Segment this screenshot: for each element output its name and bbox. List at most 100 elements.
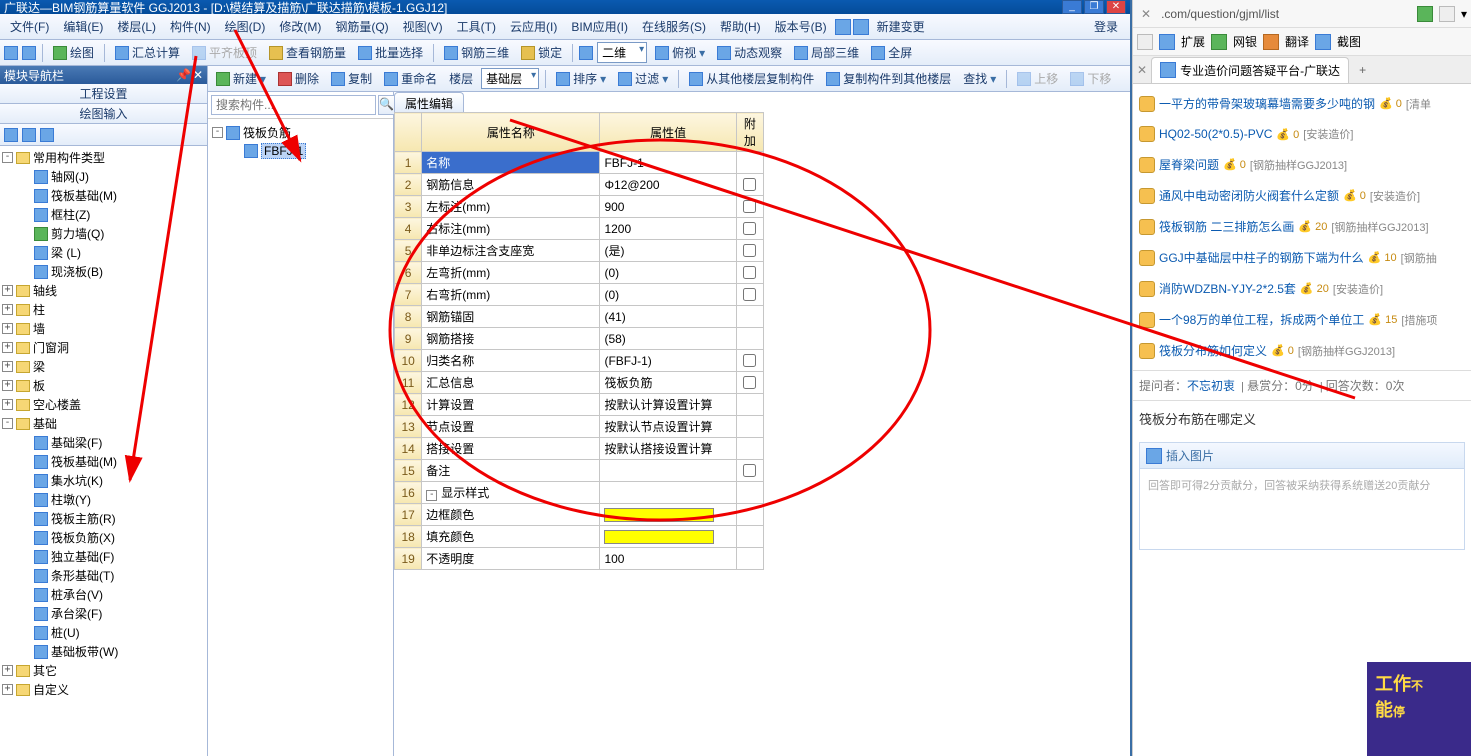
menu-version[interactable]: 版本号(B) xyxy=(769,16,833,37)
sum-calc-button[interactable]: 汇总计算 xyxy=(111,43,184,62)
view-mode-combo[interactable]: 二维 xyxy=(597,42,647,63)
tree-item[interactable]: 轴线 xyxy=(33,282,57,299)
tab-close-icon[interactable]: ✕ xyxy=(1137,7,1155,21)
tree-item[interactable]: 条形基础(T) xyxy=(51,567,114,584)
color-swatch[interactable] xyxy=(604,530,714,544)
close-panel-icon[interactable]: ✕ xyxy=(193,68,203,82)
extra-checkbox[interactable] xyxy=(743,266,756,279)
prop-value[interactable]: 按默认搭接设置计算 xyxy=(600,438,736,460)
tree-item[interactable]: 板 xyxy=(33,377,45,394)
forward-icon[interactable] xyxy=(22,46,36,60)
menu-online[interactable]: 在线服务(S) xyxy=(636,16,712,37)
extra-checkbox[interactable] xyxy=(743,244,756,257)
tree-item[interactable]: 筏板基础(M) xyxy=(51,453,117,470)
login-button[interactable]: 登录 xyxy=(1086,16,1126,37)
question-category[interactable]: [钢筋抽样GGJ2013] xyxy=(1250,157,1347,173)
prop-extra[interactable] xyxy=(736,372,763,394)
back-icon[interactable] xyxy=(4,46,18,60)
color-swatch[interactable] xyxy=(604,508,714,522)
tree-root[interactable]: 常用构件类型 xyxy=(33,149,105,166)
prop-value[interactable] xyxy=(600,526,736,548)
menu-floor[interactable]: 楼层(L) xyxy=(111,16,162,37)
prop-extra[interactable] xyxy=(736,504,763,526)
component-type-tree[interactable]: -常用构件类型 轴网(J) 筏板基础(M) 框柱(Z) 剪力墙(Q) 梁 (L)… xyxy=(0,146,207,756)
prop-value[interactable]: (0) xyxy=(600,284,736,306)
prop-value[interactable] xyxy=(600,504,736,526)
extra-checkbox[interactable] xyxy=(743,464,756,477)
prop-extra[interactable] xyxy=(736,438,763,460)
new-change-button[interactable]: 新建变更 xyxy=(871,16,931,37)
answer-textarea[interactable]: 回答即可得2分贡献分，回答被采纳获得系统赠送20贡献分 xyxy=(1140,469,1464,549)
tree-item[interactable]: 墙 xyxy=(33,320,45,337)
tree-item[interactable]: 桩(U) xyxy=(51,624,80,641)
ext-translate[interactable]: 翻译 xyxy=(1285,33,1309,50)
tree-item[interactable]: 梁 (L) xyxy=(51,244,81,261)
copy-to-floor-button[interactable]: 复制构件到其他楼层 xyxy=(822,69,955,88)
menu-help[interactable]: 帮助(H) xyxy=(714,16,767,37)
tree-item[interactable]: 现浇板(B) xyxy=(51,263,103,280)
expand-icon[interactable] xyxy=(4,128,18,142)
prop-value[interactable]: (是) xyxy=(600,240,736,262)
grid-icon[interactable] xyxy=(1159,34,1175,50)
extra-checkbox[interactable] xyxy=(743,200,756,213)
prop-extra[interactable] xyxy=(736,174,763,196)
prop-value[interactable]: (41) xyxy=(600,306,736,328)
tree-item-selected[interactable]: 筏板负筋(X) xyxy=(51,529,115,546)
prop-extra[interactable] xyxy=(736,350,763,372)
prop-extra[interactable] xyxy=(736,482,763,504)
tree-item[interactable]: 筏板主筋(R) xyxy=(51,510,116,527)
minimize-button[interactable]: _ xyxy=(1062,0,1082,14)
tree-item[interactable]: 自定义 xyxy=(33,681,69,698)
question-category[interactable]: [安装造价] xyxy=(1333,281,1383,297)
property-grid[interactable]: 属性名称 属性值 附加 1名称FBFJ-12钢筋信息Φ12@2003左标注(mm… xyxy=(394,112,1130,756)
menu-draw[interactable]: 绘图(D) xyxy=(219,16,272,37)
star-icon[interactable] xyxy=(1439,6,1455,22)
prev-tab-close[interactable]: ✕ xyxy=(1133,63,1151,77)
prop-extra[interactable] xyxy=(736,152,763,174)
dynamic-view-button[interactable]: 动态观察 xyxy=(713,43,786,62)
draw-button[interactable]: 绘图 xyxy=(49,43,98,62)
rebar-3d-button[interactable]: 钢筋三维 xyxy=(440,43,513,62)
move-down-button[interactable]: 下移 xyxy=(1066,69,1115,88)
new-tab-button[interactable]: + xyxy=(1349,59,1376,81)
menu-rebar[interactable]: 钢筋量(Q) xyxy=(329,16,394,37)
collapse-icon[interactable] xyxy=(22,128,36,142)
asker-link[interactable]: 不忘初衷 xyxy=(1187,379,1235,393)
promo-banner[interactable]: 工作不能停 xyxy=(1367,662,1471,756)
new-button[interactable]: 新建 xyxy=(212,69,270,88)
prop-extra[interactable] xyxy=(736,548,763,570)
screenshot-icon[interactable] xyxy=(1315,34,1331,50)
rename-button[interactable]: 重命名 xyxy=(380,69,441,88)
tree-item[interactable]: 梁 xyxy=(33,358,45,375)
prop-value[interactable]: 按默认计算设置计算 xyxy=(600,394,736,416)
question-link[interactable]: HQ02-50(2*0.5)-PVC xyxy=(1159,127,1272,141)
property-tab[interactable]: 属性编辑 xyxy=(394,92,464,112)
ext-expand[interactable]: 扩展 xyxy=(1181,33,1205,50)
tree-item[interactable]: 轴网(J) xyxy=(51,168,89,185)
tree-item[interactable]: 桩承台(V) xyxy=(51,586,103,603)
question-link[interactable]: 屋脊梁问题 xyxy=(1159,156,1219,173)
menu-bim[interactable]: BIM应用(I) xyxy=(565,16,634,37)
prop-value[interactable]: (FBFJ-1) xyxy=(600,350,736,372)
search-input[interactable] xyxy=(211,95,376,115)
question-link[interactable]: 通风中电动密闭防火阀套什么定额 xyxy=(1159,187,1339,204)
menu-modify[interactable]: 修改(M) xyxy=(273,16,327,37)
question-category[interactable]: [钢筋抽样GGJ2013] xyxy=(1331,219,1428,235)
prop-extra[interactable] xyxy=(736,196,763,218)
close-button[interactable]: ✕ xyxy=(1106,0,1126,14)
question-category[interactable]: [钢筋抽样GGJ2013] xyxy=(1298,343,1395,359)
question-link[interactable]: 筏板钢筋 二三排筋怎么画 xyxy=(1159,218,1294,235)
copy-from-floor-button[interactable]: 从其他楼层复制构件 xyxy=(685,69,818,88)
menu-tool[interactable]: 工具(T) xyxy=(451,16,502,37)
nav-tab-draw[interactable]: 绘图输入 xyxy=(0,104,207,124)
tree-item[interactable]: 承台梁(F) xyxy=(51,605,102,622)
prop-value[interactable]: FBFJ-1 xyxy=(600,152,736,174)
prop-value[interactable] xyxy=(600,482,736,504)
question-category[interactable]: [清单 xyxy=(1406,96,1431,112)
icon-a[interactable] xyxy=(579,46,593,60)
refresh-icon[interactable] xyxy=(1417,6,1433,22)
prop-value[interactable]: 1200 xyxy=(600,218,736,240)
prop-value[interactable]: 按默认节点设置计算 xyxy=(600,416,736,438)
maximize-button[interactable]: ❐ xyxy=(1084,0,1104,14)
tree-item[interactable]: 柱墩(Y) xyxy=(51,491,91,508)
